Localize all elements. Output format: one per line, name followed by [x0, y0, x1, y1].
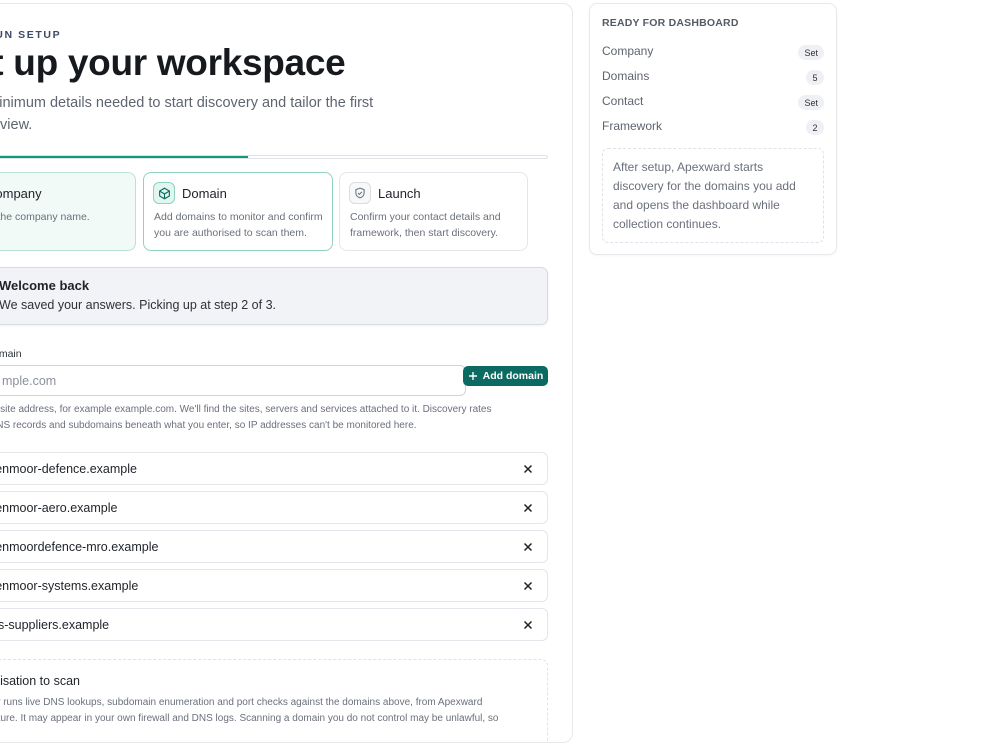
banner-title: Welcome back [0, 278, 90, 293]
readiness-label: Framework [602, 119, 663, 133]
domain-list-item: wrenmoordefence-mro.example [0, 530, 548, 563]
close-icon [523, 464, 533, 474]
domain-name: wrenmoor-defence.example [0, 462, 137, 476]
step-title: Launch [378, 186, 421, 201]
authorisation-text: overy runs live DNS lookups, subdomain e… [0, 697, 499, 724]
readiness-heading: READY FOR DASHBOARD [602, 17, 739, 29]
close-icon [523, 503, 533, 513]
page-subtitle: he minimum details needed to start disco… [0, 95, 374, 133]
domain-name: wrenmoor-aero.example [0, 501, 118, 515]
step-description: Add domains to monitor and confirm you a… [154, 211, 323, 239]
readiness-label: Contact [602, 94, 644, 108]
dashboard-readiness-card: READY FOR DASHBOARD Company Set Domains … [589, 3, 837, 255]
domain-field-label: omain [0, 348, 22, 360]
step-company[interactable]: Company irm the company name. [0, 172, 136, 251]
setup-kicker: -RUN SETUP [0, 29, 62, 41]
remove-domain-button[interactable] [521, 618, 535, 632]
domain-help-text: ebsite address, for example example.com.… [0, 404, 492, 431]
remove-domain-button[interactable] [521, 579, 535, 593]
readiness-row-contact: Contact Set [602, 93, 824, 111]
domain-name: wds-suppliers.example [0, 618, 110, 632]
remove-domain-button[interactable] [521, 501, 535, 515]
domain-list-item: wds-suppliers.example [0, 608, 548, 641]
readiness-row-company: Company Set [602, 43, 824, 61]
authorisation-title: horisation to scan [0, 674, 80, 688]
domain-list: wrenmoor-defence.example wrenmoor-aero.e… [0, 452, 548, 647]
domain-name: wrenmoordefence-mro.example [0, 540, 159, 554]
step-title: Company [0, 186, 42, 201]
step-launch[interactable]: Launch Confirm your contact details and … [339, 172, 528, 251]
close-icon [523, 620, 533, 630]
status-badge: Set [798, 45, 824, 60]
count-badge: 5 [806, 70, 824, 85]
status-badge: Set [798, 95, 824, 110]
domain-input[interactable] [0, 365, 466, 396]
remove-domain-button[interactable] [521, 462, 535, 476]
authorisation-box: horisation to scan overy runs live DNS l… [0, 659, 548, 742]
shield-icon [349, 182, 371, 204]
globe-icon [153, 182, 175, 204]
progress-fill [0, 156, 248, 158]
setup-info-note: After setup, Apexward starts discovery f… [602, 148, 824, 243]
readiness-row-domains: Domains 5 [602, 68, 824, 86]
step-domain[interactable]: Domain Add domains to monitor and confir… [143, 172, 333, 251]
step-description: irm the company name. [0, 211, 90, 223]
close-icon [523, 581, 533, 591]
domain-name: wrenmoor-systems.example [0, 579, 139, 593]
step-description: Confirm your contact details and framewo… [350, 211, 501, 239]
step-title: Domain [182, 186, 227, 201]
setup-card: -RUN SETUP et up your workspace he minim… [0, 3, 573, 743]
welcome-back-banner: Welcome back We saved your answers. Pick… [0, 267, 548, 325]
readiness-row-framework: Framework 2 [602, 118, 824, 136]
readiness-label: Company [602, 44, 654, 58]
add-domain-button[interactable]: Add domain [463, 366, 548, 386]
plus-icon [468, 372, 477, 380]
domain-list-item: wrenmoor-aero.example [0, 491, 548, 524]
count-badge: 2 [806, 120, 824, 135]
domain-list-item: wrenmoor-systems.example [0, 569, 548, 602]
setup-progress-bar [0, 155, 548, 159]
domain-list-item: wrenmoor-defence.example [0, 452, 548, 485]
add-domain-label: Add domain [482, 370, 544, 382]
page-title: et up your workspace [0, 42, 346, 83]
remove-domain-button[interactable] [521, 540, 535, 554]
readiness-label: Domains [602, 69, 650, 83]
banner-text: We saved your answers. Picking up at ste… [0, 298, 276, 312]
close-icon [523, 542, 533, 552]
